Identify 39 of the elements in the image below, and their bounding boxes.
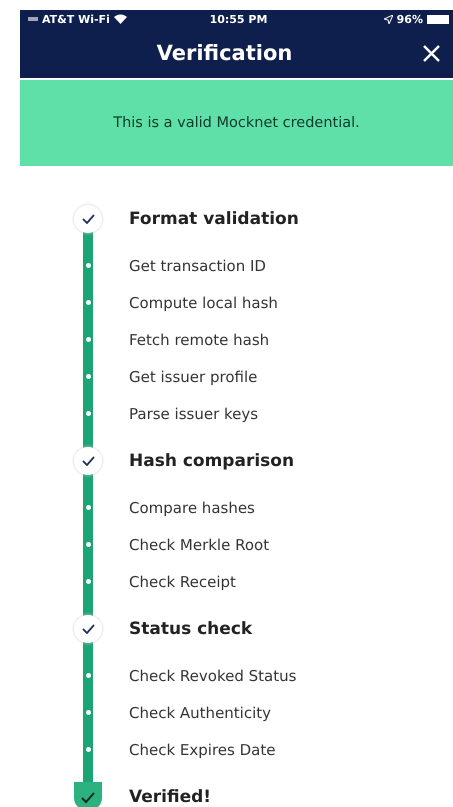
step-label: Check Revoked Status — [128, 666, 296, 684]
signal-icon — [28, 17, 38, 21]
step-label: Parse issuer keys — [128, 404, 258, 422]
step-label: Check Authenticity — [128, 704, 272, 722]
step-dot — [86, 300, 90, 305]
check-icon — [82, 456, 94, 466]
close-icon — [422, 44, 440, 62]
step-heading: Verified! — [128, 786, 212, 806]
step-label: Compute local hash — [128, 294, 278, 312]
step-dot — [86, 710, 90, 715]
step-dot — [86, 411, 90, 416]
battery-icon — [426, 14, 449, 24]
step-label: Get transaction ID — [128, 256, 266, 274]
step-dot — [86, 374, 90, 379]
status-time: 10:55 PM — [210, 12, 268, 26]
step-label: Check Expires Date — [128, 740, 276, 758]
battery-percent: 96% — [396, 12, 423, 26]
step-dot — [86, 263, 90, 268]
step-dot — [86, 747, 90, 752]
check-icon — [82, 214, 94, 224]
step-label: Check Receipt — [128, 572, 236, 590]
step-label: Get issuer profile — [128, 368, 258, 386]
location-arrow-icon — [384, 14, 393, 24]
step-dot — [86, 673, 90, 678]
step-label: Fetch remote hash — [128, 330, 270, 348]
step-label: Check Merkle Root — [128, 536, 270, 554]
step-heading: Hash comparison — [128, 450, 294, 470]
carrier-label: AT&T Wi-Fi — [42, 12, 110, 26]
step-label: Compare hashes — [128, 498, 255, 516]
step-heading: Format validation — [128, 208, 299, 228]
screen-title: Verification — [156, 41, 294, 65]
check-icon — [82, 624, 94, 634]
step-dot — [86, 542, 90, 547]
step-dot — [86, 579, 90, 584]
step-dot — [86, 337, 90, 342]
wifi-icon — [114, 14, 127, 24]
step-heading: Status check — [128, 618, 252, 638]
banner-message: This is a valid Mocknet credential. — [113, 115, 360, 131]
step-dot — [86, 505, 90, 510]
